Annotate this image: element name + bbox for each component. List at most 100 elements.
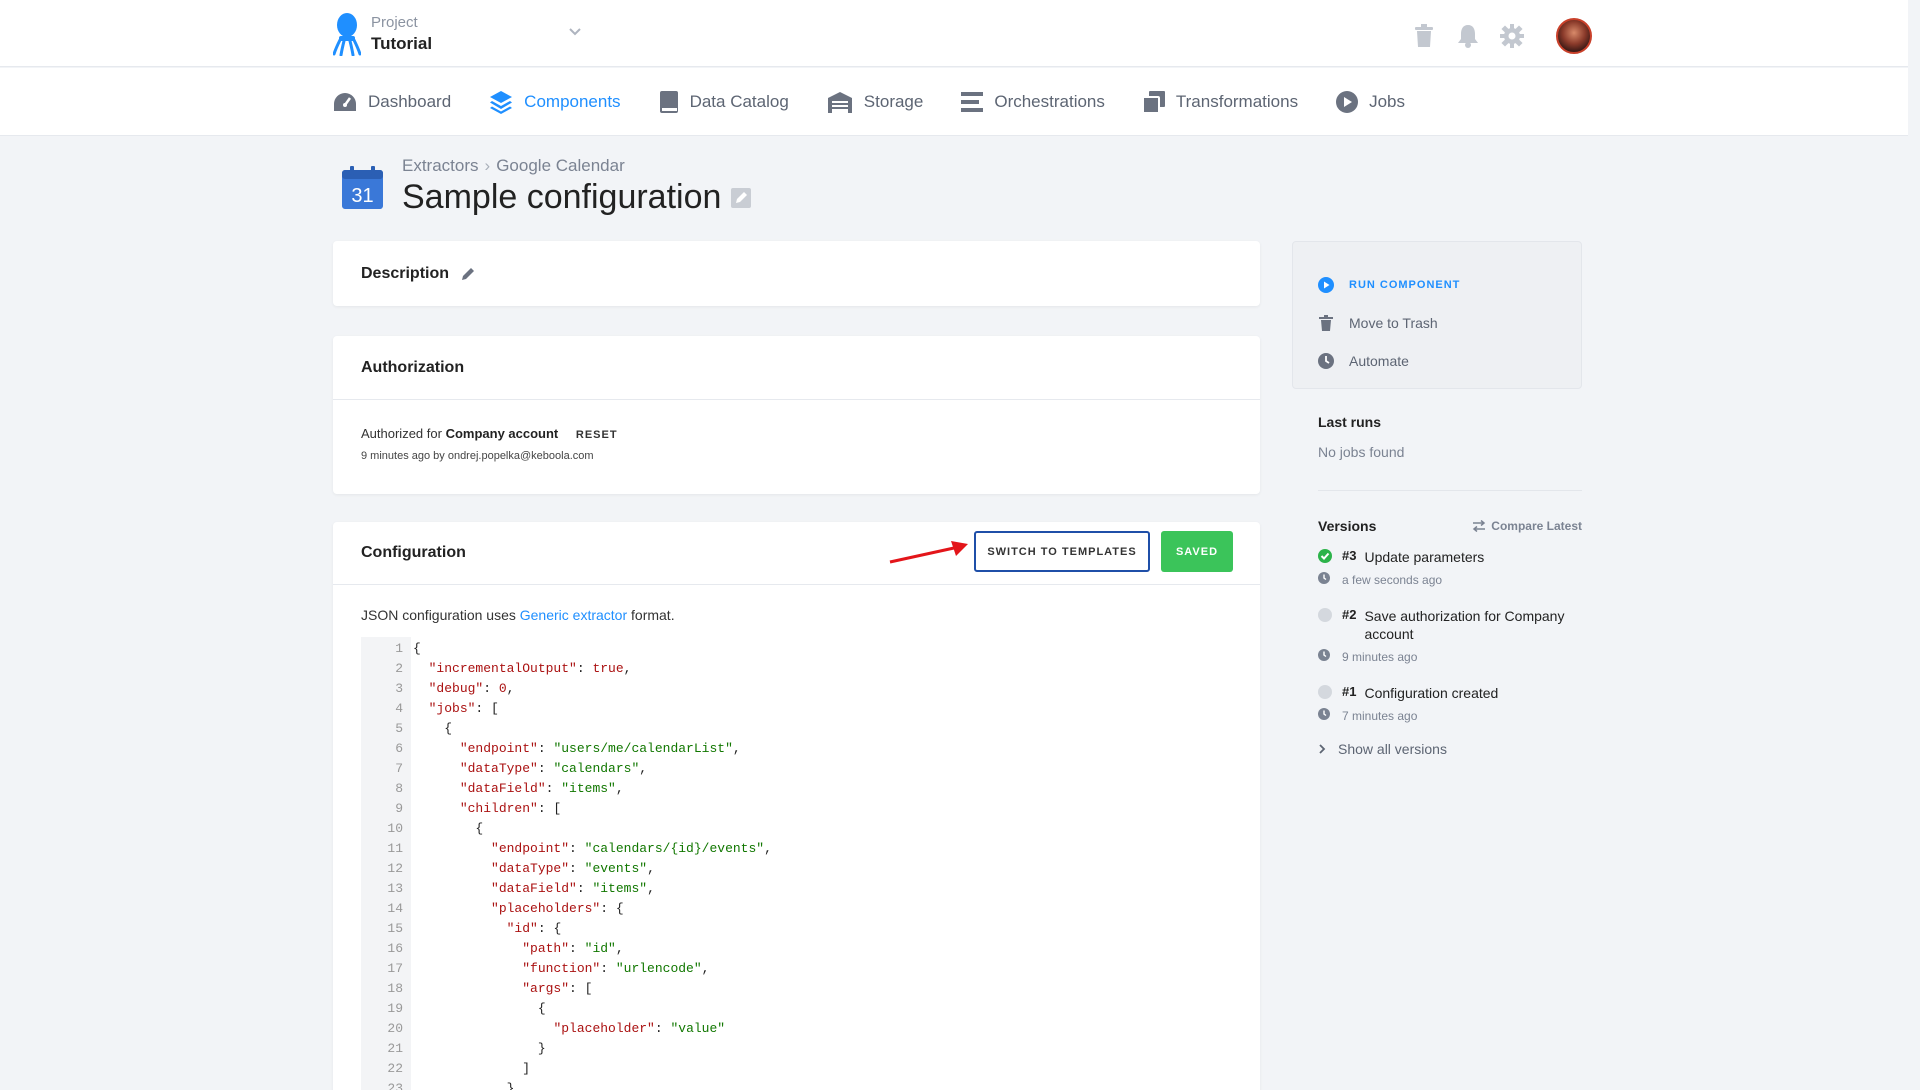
version-status-dot xyxy=(1318,685,1332,699)
version-text: Save authorization for Company account xyxy=(1364,608,1565,642)
nav-label: Dashboard xyxy=(368,92,452,111)
code-text: "endpoint": "users/me/calendarList", xyxy=(459,741,741,756)
copy-icon xyxy=(1142,91,1165,113)
version-text: Configuration created xyxy=(1364,685,1499,701)
code-line[interactable]: 8 "dataField": "items", xyxy=(361,779,1232,799)
automate-button[interactable]: Automate xyxy=(1317,342,1581,380)
project-label: Project xyxy=(371,14,418,31)
version-item[interactable]: #2 Save authorization for Company accoun… xyxy=(1292,607,1582,664)
code-line[interactable]: 4 "jobs": [ xyxy=(361,699,1232,719)
code-line[interactable]: 9 "children": [ xyxy=(361,799,1232,819)
bell-icon[interactable] xyxy=(1456,22,1480,50)
code-line[interactable]: 10 { xyxy=(361,819,1232,839)
code-line[interactable]: 19 { xyxy=(361,999,1232,1019)
code-line[interactable]: 11 "endpoint": "calendars/{id}/events", xyxy=(361,839,1232,859)
version-item[interactable]: #1 Configuration created 7 minutes ago xyxy=(1292,684,1582,723)
divider xyxy=(1318,490,1582,491)
line-number: 14 xyxy=(387,901,403,916)
code-line[interactable]: 6 "endpoint": "users/me/calendarList", xyxy=(361,739,1232,759)
code-line[interactable]: 17 "function": "urlencode", xyxy=(361,959,1232,979)
nav-label: Storage xyxy=(863,92,924,111)
code-line[interactable]: 21 } xyxy=(361,1039,1232,1059)
code-line[interactable]: 22 ] xyxy=(361,1059,1232,1079)
warehouse-icon xyxy=(827,92,852,113)
code-text: "function": "urlencode", xyxy=(522,961,710,976)
code-line[interactable]: 1{ xyxy=(361,639,1232,659)
nav-item-storage[interactable]: Storage xyxy=(827,91,924,113)
switch-to-templates-button[interactable]: SWITCH TO TEMPLATES xyxy=(974,531,1150,572)
move-to-trash-label: Move to Trash xyxy=(1349,315,1438,331)
breadcrumb: Extractors › Google Calendar xyxy=(402,156,625,176)
line-number: 4 xyxy=(395,701,403,716)
code-line[interactable]: 5 { xyxy=(361,719,1232,739)
nav-item-data-catalog[interactable]: Data Catalog xyxy=(659,90,789,114)
code-text: "placeholder": "value" xyxy=(553,1021,726,1036)
code-text: "endpoint": "calendars/{id}/events", xyxy=(491,841,772,856)
line-number: 1 xyxy=(395,641,403,656)
authorized-prefix: Authorized for xyxy=(361,426,442,441)
code-text: "args": [ xyxy=(522,981,593,996)
main-nav: Dashboard Components Data Catalog Storag… xyxy=(0,68,1908,136)
nav-item-transformations[interactable]: Transformations xyxy=(1142,91,1299,113)
description-heading: Description xyxy=(361,264,450,282)
reset-button[interactable]: RESET xyxy=(576,429,618,441)
trash-icon[interactable] xyxy=(1412,22,1436,50)
user-avatar[interactable] xyxy=(1556,18,1592,54)
nav-item-components[interactable]: Components xyxy=(489,90,621,114)
code-line[interactable]: 16 "path": "id", xyxy=(361,939,1232,959)
saved-button[interactable]: SAVED xyxy=(1161,531,1233,572)
code-line[interactable]: 13 "dataField": "items", xyxy=(361,879,1232,899)
nav-item-orchestrations[interactable]: Orchestrations xyxy=(961,92,1105,112)
clock-icon xyxy=(1318,572,1330,587)
breadcrumb-current[interactable]: Google Calendar xyxy=(496,156,625,175)
generic-extractor-link[interactable]: Generic extractor xyxy=(520,607,627,623)
code-text: "id": { xyxy=(506,921,562,936)
code-text: { xyxy=(413,641,421,656)
line-number: 20 xyxy=(387,1021,403,1036)
code-text: "debug": 0, xyxy=(428,681,515,696)
version-time: 7 minutes ago xyxy=(1342,708,1418,723)
version-number: #3 xyxy=(1342,548,1357,563)
edit-pencil-icon[interactable] xyxy=(461,266,476,281)
line-number: 17 xyxy=(387,961,403,976)
code-line[interactable]: 20 "placeholder": "value" xyxy=(361,1019,1232,1039)
code-text: { xyxy=(413,721,453,736)
project-switcher[interactable]: Project Tutorial xyxy=(333,12,432,56)
code-line[interactable]: 3 "debug": 0, xyxy=(361,679,1232,699)
line-number: 8 xyxy=(395,781,403,796)
show-all-versions-link[interactable]: Show all versions xyxy=(1292,741,1582,757)
configuration-note: JSON configuration uses Generic extracto… xyxy=(333,585,1260,633)
compare-latest-button[interactable]: Compare Latest xyxy=(1472,519,1582,533)
line-number: 19 xyxy=(387,1001,403,1016)
gear-icon[interactable] xyxy=(1500,22,1524,50)
line-number: 18 xyxy=(387,981,403,996)
line-number: 5 xyxy=(395,721,403,736)
run-component-button[interactable]: RUN COMPONENT xyxy=(1317,266,1581,304)
nav-item-jobs[interactable]: Jobs xyxy=(1336,91,1405,113)
json-code-editor[interactable]: 1{2 "incrementalOutput": true, 3 "debug":… xyxy=(361,637,1232,1090)
move-to-trash-button[interactable]: Move to Trash xyxy=(1317,304,1581,342)
show-all-versions-label: Show all versions xyxy=(1338,741,1447,757)
chevron-down-icon[interactable] xyxy=(568,24,582,40)
clock-icon xyxy=(1318,708,1330,723)
code-line[interactable]: 18 "args": [ xyxy=(361,979,1232,999)
edit-pencil-icon[interactable] xyxy=(731,178,752,217)
version-item[interactable]: #3 Update parameters a few seconds ago xyxy=(1292,548,1582,587)
nav-label: Data Catalog xyxy=(689,92,789,111)
version-time: 9 minutes ago xyxy=(1342,649,1418,664)
code-text: "children": [ xyxy=(459,801,562,816)
nav-item-dashboard[interactable]: Dashboard xyxy=(333,91,451,113)
authorization-meta: 9 minutes ago by ondrej.popelka@keboola.… xyxy=(361,450,594,462)
code-line[interactable]: 14 "placeholders": { xyxy=(361,899,1232,919)
code-line[interactable]: 12 "dataType": "events", xyxy=(361,859,1232,879)
line-number: 23 xyxy=(387,1081,403,1090)
version-text: Update parameters xyxy=(1364,549,1485,565)
code-line[interactable]: 23 } xyxy=(361,1079,1232,1090)
code-line[interactable]: 2 "incrementalOutput": true, xyxy=(361,659,1232,679)
run-component-label: RUN COMPONENT xyxy=(1349,279,1461,291)
code-line[interactable]: 7 "dataType": "calendars", xyxy=(361,759,1232,779)
breadcrumb-parent[interactable]: Extractors xyxy=(402,156,479,175)
code-text: "incrementalOutput": true, xyxy=(428,661,632,676)
nav-label: Transformations xyxy=(1175,92,1299,111)
code-line[interactable]: 15 "id": { xyxy=(361,919,1232,939)
